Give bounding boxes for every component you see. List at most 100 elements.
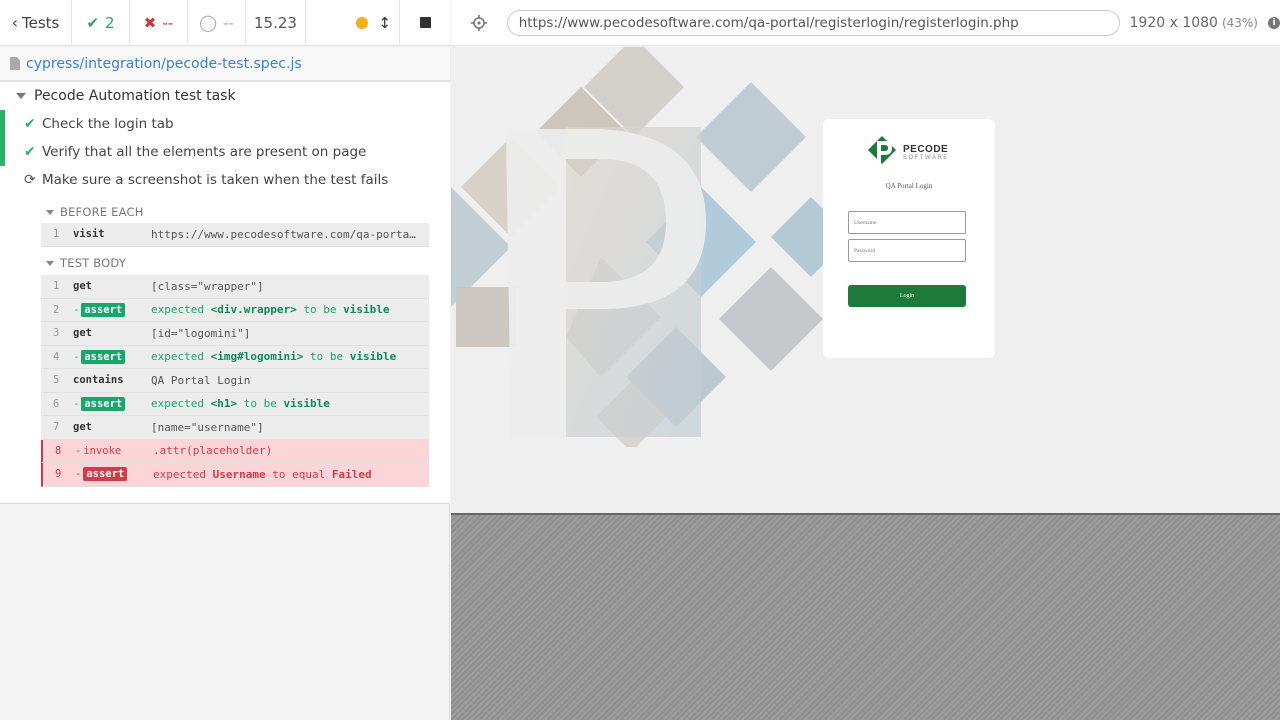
command-row[interactable]: 5 contains QA Portal Login — [41, 369, 429, 393]
tests-label: Tests — [22, 13, 60, 32]
command-row[interactable]: 1 visit https://www.pecodesoftware.com/q… — [41, 223, 429, 247]
suite-title-text: Pecode Automation test task — [34, 88, 236, 104]
command-name: - assert — [73, 349, 151, 364]
command-message: https://www.pecodesoftware.com/qa-portal… — [151, 227, 429, 241]
username-input[interactable] — [848, 211, 966, 234]
check-icon: ✔ — [86, 13, 100, 32]
command-row[interactable]: 4 - assert expected <img#logomini> to be … — [41, 345, 429, 369]
command-row[interactable]: 3 get [id="logomini"] — [41, 322, 429, 346]
command-message: expected <h1> to be visible — [151, 397, 330, 411]
caret-down-icon — [46, 260, 54, 266]
command-row[interactable]: 7 get [name="username"] — [41, 416, 429, 440]
failed-count: -- — [162, 13, 174, 32]
pending-circle-icon: ◯ — [199, 13, 218, 32]
check-icon: ✔ — [24, 116, 36, 132]
command-name: - invoke — [75, 444, 122, 457]
test-title: Check the login tab — [42, 116, 174, 132]
command-number: 1 — [53, 228, 60, 241]
test-body-hook-title[interactable]: TEST BODY — [46, 256, 126, 270]
command-name: contains — [73, 374, 124, 387]
assert-badge: assert — [83, 467, 128, 482]
command-message: expected <div.wrapper> to be visible — [151, 303, 390, 317]
command-name: get — [73, 421, 92, 434]
assert-badge: assert — [81, 396, 126, 411]
command-number: 1 — [53, 280, 60, 293]
command-name: - assert — [75, 467, 153, 482]
brand-name: PECODE — [903, 144, 949, 155]
assert-badge: assert — [81, 302, 126, 317]
refresh-icon: ⟳ — [24, 172, 36, 188]
command-name: get — [73, 327, 92, 340]
aut-url[interactable]: https://www.pecodesoftware.com/qa-portal… — [506, 9, 1120, 36]
command-message: expected Username to equal Failed — [153, 467, 372, 481]
caret-down-icon — [16, 93, 26, 99]
run-controls: ↕ — [306, 0, 400, 46]
command-row[interactable]: 6 - assert expected <h1> to be visible — [41, 392, 429, 416]
login-card: PECODE SOFTWARE QA Portal Login Login — [823, 119, 995, 358]
pecode-logo-icon — [868, 136, 896, 169]
suite-title[interactable]: Pecode Automation test task — [16, 88, 236, 104]
reporter-panel: ‹ Tests ✔ 2 ✖ -- ◯ -- 15.23 ↕ cypress/in… — [0, 0, 450, 720]
command-message: .attr(placeholder) — [153, 444, 273, 458]
command-number: 7 — [53, 421, 60, 434]
before-each-hook-title[interactable]: BEFORE EACH — [46, 205, 144, 219]
command-number: 9 — [55, 468, 62, 481]
caret-down-icon — [46, 209, 54, 215]
command-number: 8 — [55, 444, 62, 457]
test-row-running[interactable]: ⟳ Make sure a screenshot is taken when t… — [0, 166, 450, 194]
hero-illustration — [451, 47, 851, 447]
hook-label: TEST BODY — [60, 256, 127, 270]
login-button[interactable]: Login — [848, 285, 966, 307]
test-row[interactable]: ✔ Check the login tab — [0, 110, 450, 138]
crosshair-icon — [470, 14, 487, 31]
command-message: expected <img#logomini> to be visible — [151, 350, 397, 364]
test-row[interactable]: ✔ Verify that all the elements are prese… — [0, 138, 450, 166]
spec-path-bar: cypress/integration/pecode-test.spec.js — [0, 47, 450, 81]
command-message: [name="username"] — [151, 420, 264, 434]
pending-count: -- — [223, 13, 234, 32]
command-number: 6 — [53, 397, 60, 410]
brand-subtitle: SOFTWARE — [903, 155, 949, 161]
command-message: QA Portal Login — [151, 373, 251, 387]
runnables-list: Pecode Automation test task ✔ Check the … — [0, 82, 450, 504]
pending-stat: ◯ -- — [188, 0, 246, 46]
command-name: get — [73, 280, 92, 293]
viewport-size: 1920 x 1080 — [1129, 14, 1218, 31]
command-row-failed[interactable]: 9 - assert expected Username to equal Fai… — [41, 463, 429, 487]
viewport-scale: (43%) — [1221, 15, 1258, 30]
command-message: [id="logomini"] — [151, 326, 251, 340]
command-name: visit — [73, 228, 105, 241]
passed-count: 2 — [105, 13, 115, 32]
passed-stat: ✔ 2 — [72, 0, 130, 46]
command-number: 3 — [53, 327, 60, 340]
login-title: QA Portal Login — [885, 182, 933, 190]
selector-playground-button[interactable] — [451, 14, 507, 31]
command-row-failed[interactable]: 8 - invoke .attr(placeholder) — [41, 439, 429, 463]
check-icon: ✔ — [24, 144, 36, 160]
x-icon: ✖ — [143, 13, 157, 32]
running-indicator-icon — [356, 16, 369, 29]
assert-badge: assert — [81, 349, 126, 364]
command-message: [class="wrapper"] — [151, 279, 264, 293]
failed-stat: ✖ -- — [130, 0, 188, 46]
stop-button[interactable] — [400, 0, 450, 46]
spec-path-link[interactable]: cypress/integration/pecode-test.spec.js — [26, 56, 302, 72]
aut-empty-area — [451, 513, 1280, 720]
info-icon[interactable]: i — [1268, 16, 1280, 29]
before-each-commands: 1 visit https://www.pecodesoftware.com/q… — [41, 223, 429, 247]
tests-back-button[interactable]: ‹ Tests — [0, 0, 72, 46]
file-icon — [10, 57, 20, 70]
aut-header: https://www.pecodesoftware.com/qa-portal… — [451, 0, 1280, 46]
command-row[interactable]: 2 - assert expected <div.wrapper> to be v… — [41, 298, 429, 322]
autoscroll-toggle-icon[interactable]: ↕ — [378, 14, 391, 32]
viewport-info: 1920 x 1080 (43%) i — [1130, 15, 1280, 31]
hook-label: BEFORE EACH — [60, 205, 144, 219]
pecode-logo: PECODE SOFTWARE — [868, 136, 949, 170]
test-body-commands: 1 get [class="wrapper"] 2 - assert expect… — [41, 275, 429, 487]
command-row[interactable]: 1 get [class="wrapper"] — [41, 275, 429, 299]
chevron-left-icon: ‹ — [11, 13, 19, 32]
command-number: 5 — [53, 374, 60, 387]
duration: 15.23 — [246, 0, 306, 46]
password-input[interactable] — [848, 239, 966, 262]
command-name: - assert — [73, 302, 151, 317]
